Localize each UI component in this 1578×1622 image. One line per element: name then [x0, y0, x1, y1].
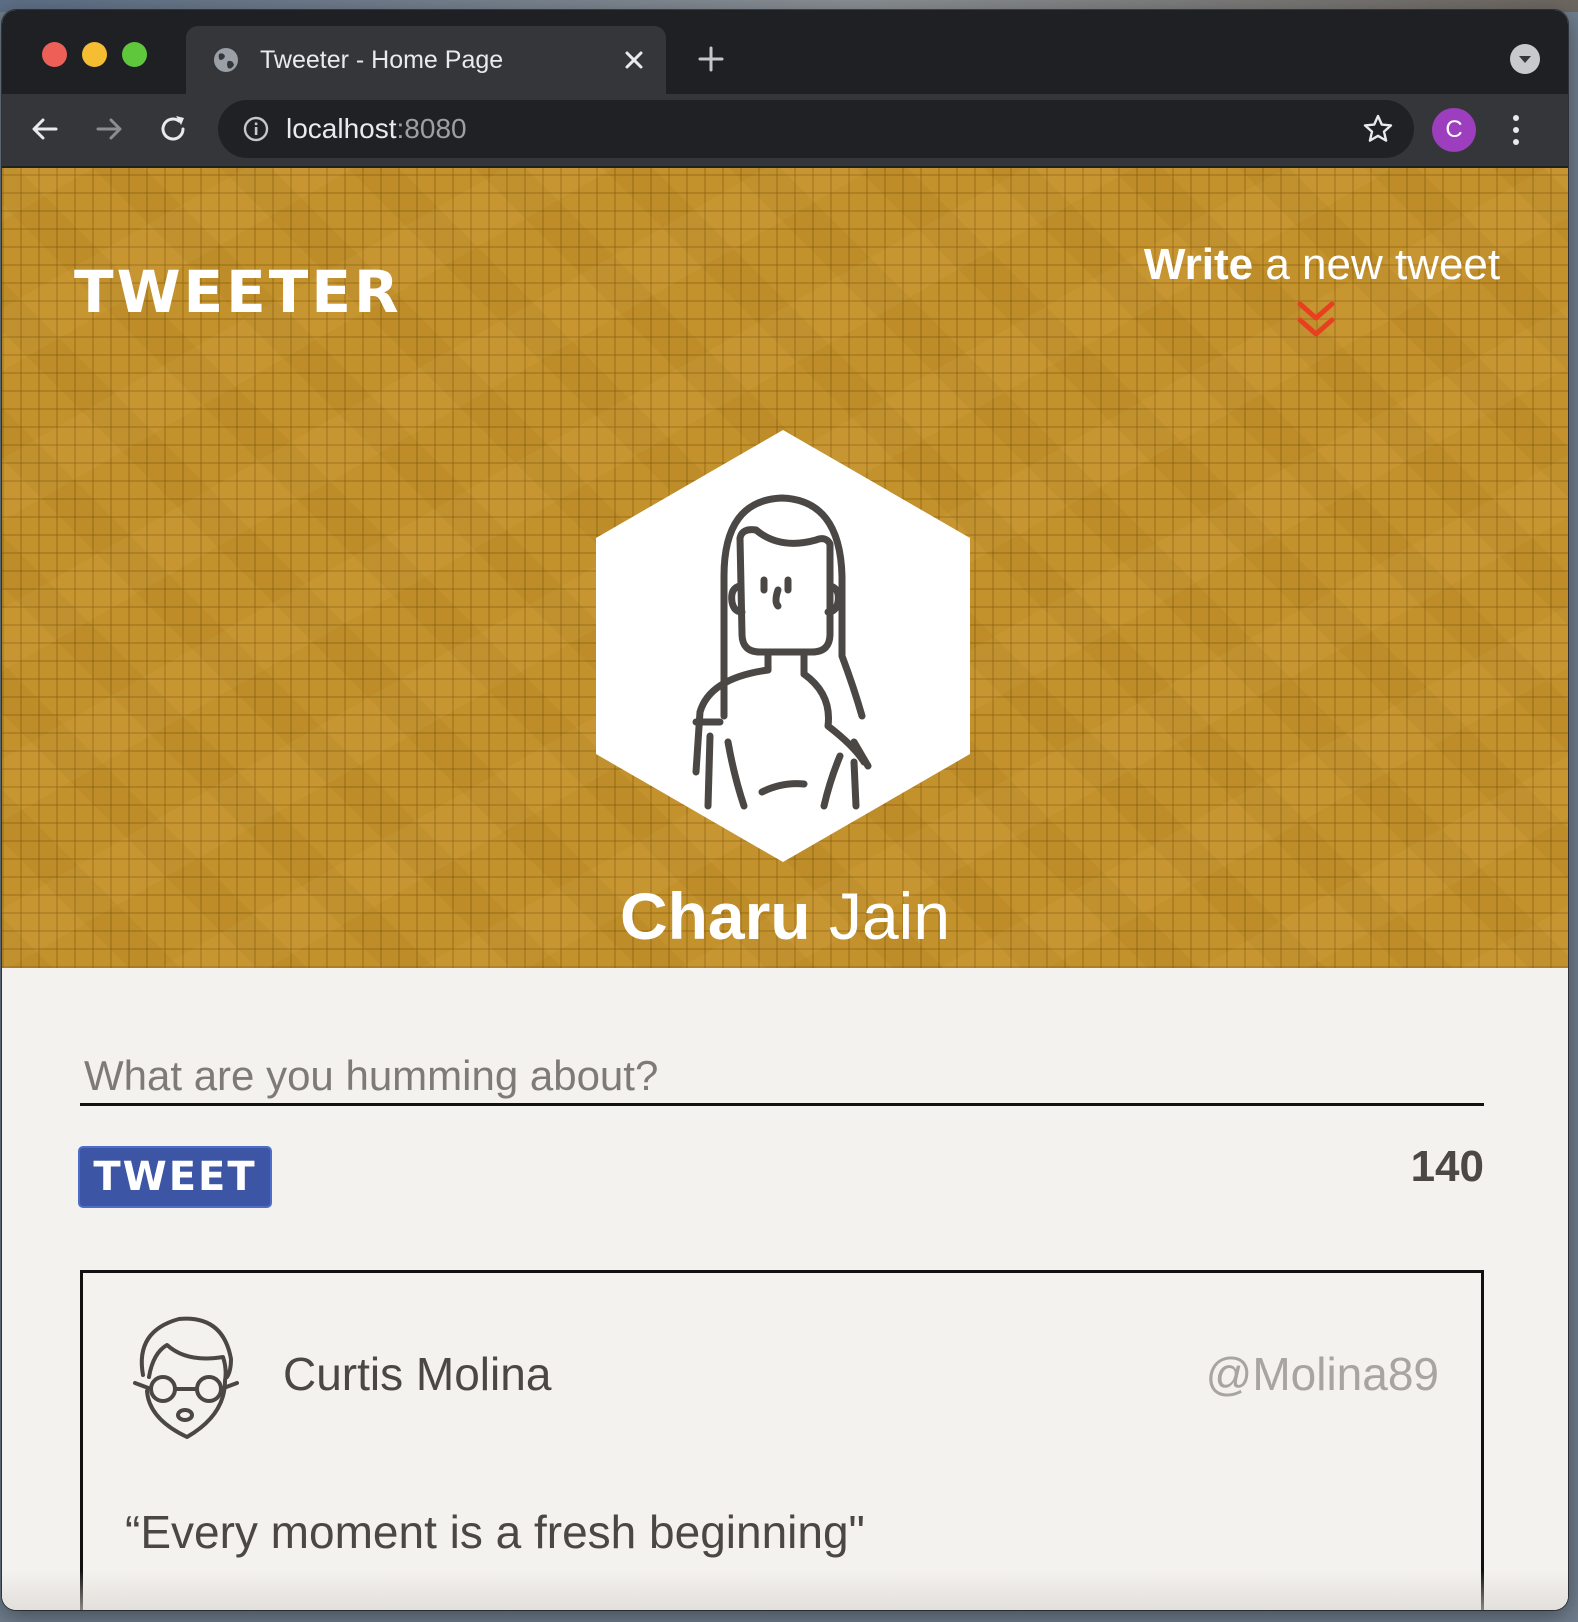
- browser-window: Tweeter - Home Page localhost:8080 C TWE…: [2, 10, 1568, 1610]
- brand-logo: TWEETER: [74, 258, 402, 326]
- profile-first-name: Charu: [619, 879, 811, 953]
- tweet-button[interactable]: TWEET: [78, 1146, 272, 1208]
- avatar-icon: [596, 430, 970, 862]
- avatar-icon: [133, 1316, 239, 1439]
- info-icon[interactable]: [242, 115, 270, 143]
- tweet-text: “Every moment is a fresh beginning": [125, 1506, 865, 1558]
- minimize-window-button[interactable]: [82, 42, 107, 67]
- forward-arrow-icon[interactable]: [92, 112, 126, 146]
- tab-tweeter-home[interactable]: Tweeter - Home Page: [186, 26, 666, 94]
- back-arrow-icon[interactable]: [28, 112, 62, 146]
- close-icon[interactable]: [622, 48, 646, 72]
- url-port: :8080: [396, 113, 467, 144]
- profile-name: Charu Jain: [2, 878, 1568, 954]
- globe-icon: [214, 48, 238, 72]
- close-window-button[interactable]: [42, 42, 67, 67]
- plus-icon[interactable]: [696, 44, 726, 74]
- profile-avatar[interactable]: C: [1432, 108, 1476, 152]
- reload-icon[interactable]: [156, 112, 190, 146]
- url-text: localhost:8080: [286, 113, 467, 145]
- tweet-author-handle: @Molina89: [1205, 1348, 1439, 1400]
- tab-search-icon: [1519, 56, 1531, 63]
- tweet-input[interactable]: [80, 1048, 1484, 1106]
- chevron-double-down-icon[interactable]: [1296, 300, 1336, 344]
- window-bottom-shadow: [2, 1570, 1568, 1610]
- tab-title: Tweeter - Home Page: [260, 46, 504, 74]
- url-host: localhost: [286, 113, 397, 144]
- web-page: TWEETER Write a new tweet Charu Jain Wha…: [2, 168, 1568, 1610]
- tab-strip: Tweeter - Home Page: [2, 10, 1568, 94]
- tweet-card: Curtis Molina @Molina89 “Every moment is…: [80, 1270, 1484, 1610]
- maximize-window-button[interactable]: [122, 42, 147, 67]
- tweet-author-name: Curtis Molina: [283, 1348, 552, 1400]
- compose-link-rest: a new tweet: [1253, 240, 1501, 289]
- profile-header: TWEETER Write a new tweet Charu Jain: [2, 168, 1568, 968]
- tab-search-button[interactable]: [1510, 44, 1540, 74]
- profile-last-name: Jain: [810, 879, 951, 953]
- char-counter: 140: [1410, 1142, 1484, 1191]
- browser-toolbar: localhost:8080 C: [2, 94, 1568, 168]
- star-icon[interactable]: [1362, 113, 1394, 145]
- address-bar[interactable]: localhost:8080: [218, 100, 1414, 158]
- write-new-tweet-link[interactable]: Write a new tweet: [1142, 240, 1502, 290]
- compose-link-bold: Write: [1143, 240, 1254, 289]
- more-vert-icon[interactable]: [1508, 112, 1524, 148]
